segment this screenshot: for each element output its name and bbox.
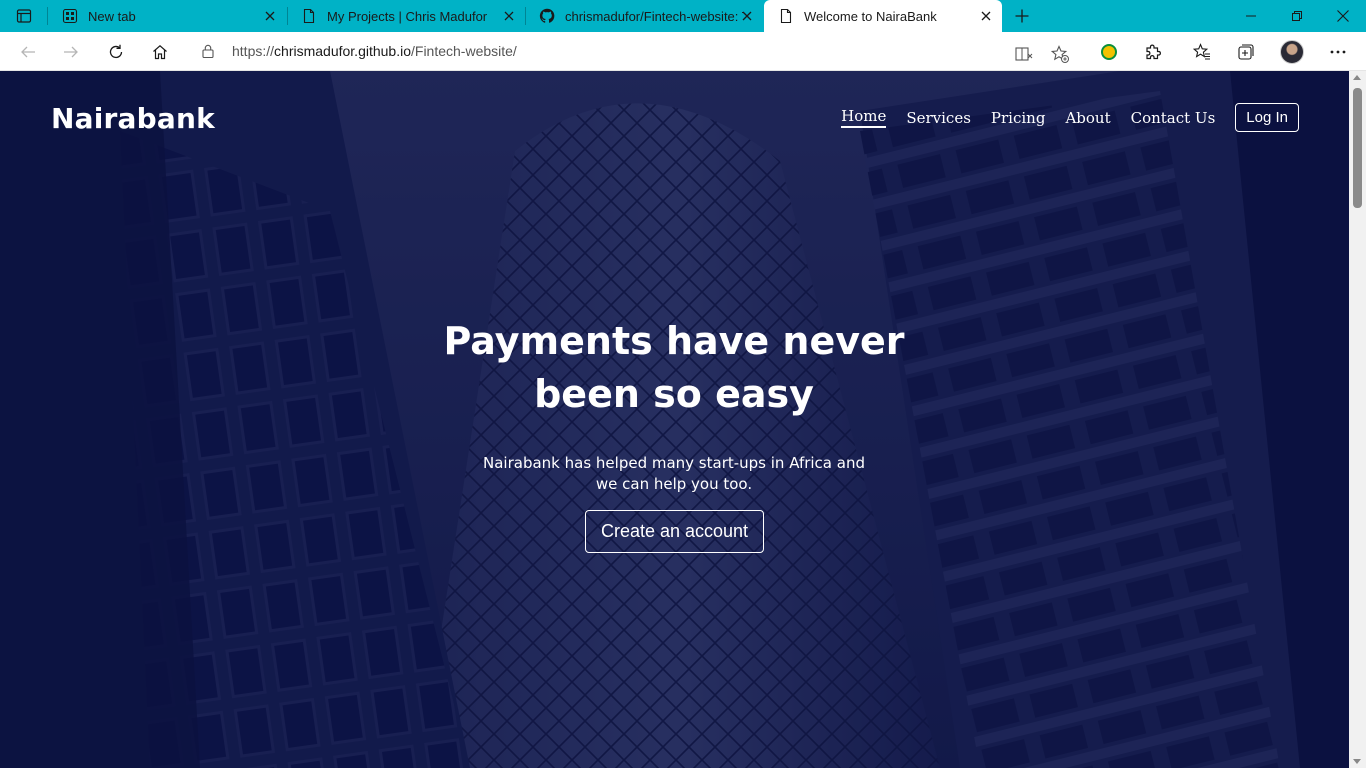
forward-arrow-icon (64, 46, 78, 58)
refresh-button[interactable] (102, 38, 130, 66)
tab-title: chrismadufor/Fintech-website: Th (565, 8, 743, 24)
immersive-reader-icon[interactable] (1012, 42, 1036, 66)
tab-title: Welcome to NairaBank (804, 8, 937, 24)
newtab-page-icon (62, 8, 78, 24)
close-tab-icon[interactable] (501, 8, 517, 24)
create-account-button[interactable]: Create an account (585, 510, 764, 553)
hero-title-line-2: been so easy (534, 372, 814, 416)
forward-button[interactable] (57, 38, 85, 66)
tab-title: My Projects | Chris Madufor (327, 8, 488, 24)
hero-subtitle-line-2: we can help you too. (595, 475, 753, 493)
add-favorite-icon[interactable] (1048, 42, 1072, 66)
tab-strip: New tab My Projects | Chris Madufor chri… (0, 0, 1366, 32)
hero-title-line-1: Payments have never (443, 319, 905, 363)
address-bar[interactable]: https://chrismadufor.github.io/Fintech-w… (188, 36, 1080, 66)
close-tab-icon[interactable] (262, 8, 278, 24)
favorites-icon (1193, 43, 1210, 60)
extensions-button[interactable] (1139, 38, 1167, 66)
tab-actions-icon (16, 9, 32, 23)
minimize-button[interactable] (1228, 0, 1274, 32)
home-icon (153, 45, 167, 60)
scroll-down-icon[interactable] (1353, 759, 1361, 764)
page-icon (301, 8, 317, 24)
tab-actions-button[interactable] (8, 4, 40, 28)
puzzle-icon (1146, 44, 1161, 60)
more-horizontal-icon (1330, 50, 1346, 54)
close-window-button[interactable] (1320, 0, 1366, 32)
scroll-up-icon[interactable] (1353, 75, 1361, 80)
back-arrow-icon (21, 46, 35, 58)
lock-icon[interactable] (200, 43, 216, 59)
hero-section: Nairabank Home Services Pricing About Co… (0, 71, 1349, 768)
hero-title: Payments have never been so easy (374, 315, 974, 421)
restore-button[interactable] (1274, 0, 1320, 32)
hero-subtitle: Nairabank has helped many start-ups in A… (474, 453, 874, 495)
new-tab-button[interactable] (1010, 4, 1034, 28)
site-nav: Home Services Pricing About Contact Us L… (821, 103, 1299, 132)
profile-button[interactable] (1278, 38, 1306, 66)
site-logo[interactable]: Nairabank (51, 102, 215, 135)
url-text: https://chrismadufor.github.io/Fintech-w… (232, 43, 517, 59)
refresh-icon (109, 44, 123, 59)
plus-icon (1015, 9, 1029, 23)
scrollbar-thumb[interactable] (1353, 88, 1362, 208)
close-icon (1337, 10, 1349, 22)
url-host: chrismadufor.github.io (274, 43, 411, 59)
github-icon (539, 8, 555, 24)
avatar (1280, 40, 1304, 64)
extension-icon (1101, 44, 1117, 60)
collections-icon (1238, 44, 1254, 60)
back-button[interactable] (14, 38, 42, 66)
page-icon (778, 8, 794, 24)
close-tab-icon[interactable] (978, 8, 994, 24)
hero-subtitle-line-1: Nairabank has helped many start-ups in A… (483, 454, 865, 472)
url-path: /Fintech-website/ (411, 43, 517, 59)
restore-icon (1292, 11, 1302, 21)
tab-title: New tab (88, 8, 136, 24)
tab-nairabank[interactable]: Welcome to NairaBank (764, 0, 1002, 32)
nav-pricing-link[interactable]: Pricing (991, 109, 1046, 127)
tab-github-repo[interactable]: chrismadufor/Fintech-website: Th (525, 0, 763, 32)
nav-home-link[interactable]: Home (841, 107, 887, 128)
tab-new-tab[interactable]: New tab (48, 0, 286, 32)
nav-services-link[interactable]: Services (906, 109, 971, 127)
favorites-button[interactable] (1188, 38, 1216, 66)
settings-menu-button[interactable] (1324, 38, 1352, 66)
url-scheme: https:// (232, 43, 275, 59)
page-viewport: Nairabank Home Services Pricing About Co… (0, 71, 1349, 768)
page-scrollbar[interactable] (1349, 71, 1366, 768)
collections-button[interactable] (1232, 38, 1260, 66)
login-button[interactable]: Log In (1235, 103, 1299, 132)
browser-toolbar: https://chrismadufor.github.io/Fintech-w… (0, 32, 1366, 71)
nav-contact-link[interactable]: Contact Us (1131, 109, 1216, 127)
nav-about-link[interactable]: About (1065, 109, 1110, 127)
tab-my-projects[interactable]: My Projects | Chris Madufor (287, 0, 525, 32)
close-tab-icon[interactable] (739, 8, 755, 24)
minimize-icon (1246, 15, 1256, 17)
extension-button[interactable] (1095, 38, 1123, 66)
home-button[interactable] (146, 38, 174, 66)
